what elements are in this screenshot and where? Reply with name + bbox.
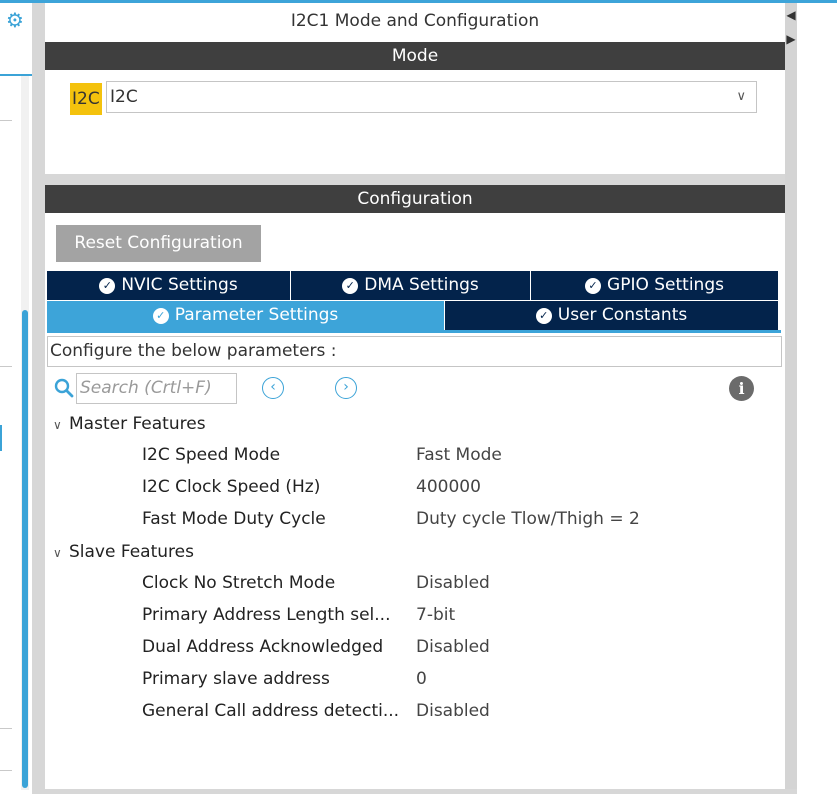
tab-label: Parameter Settings: [174, 305, 339, 325]
parameter-row[interactable]: Primary Address Length sel... 7-bit: [142, 600, 762, 630]
panel-border-right: [785, 0, 797, 794]
parameter-row[interactable]: Clock No Stretch Mode Disabled: [142, 568, 762, 598]
parameter-value: Disabled: [416, 637, 490, 657]
configuration-panel: Configuration Reset Configuration ✓ NVIC …: [45, 185, 785, 789]
left-scrollbar-thumb[interactable]: [22, 310, 28, 788]
parameter-name: I2C Speed Mode: [142, 445, 281, 465]
tab-user-constants[interactable]: ✓ User Constants: [445, 301, 779, 330]
check-circle-icon: ✓: [342, 278, 359, 294]
parameter-value: Duty cycle Tlow/Thigh = 2: [416, 509, 640, 529]
tab-underline: [47, 330, 781, 333]
group-master-features[interactable]: ∨ Master Features: [53, 412, 206, 436]
parameters-description: Configure the below parameters :: [47, 336, 782, 367]
parameter-row[interactable]: Fast Mode Duty Cycle Duty cycle Tlow/Thig…: [142, 504, 762, 534]
group-slave-features[interactable]: ∨ Slave Features: [53, 540, 194, 564]
parameter-row[interactable]: I2C Clock Speed (Hz) 400000: [142, 472, 762, 502]
parameter-row[interactable]: I2C Speed Mode Fast Mode: [142, 440, 762, 470]
parameter-value: 400000: [416, 477, 481, 497]
check-circle-icon: ✓: [99, 278, 116, 294]
check-circle-icon: ✓: [535, 308, 552, 324]
parameter-name: Clock No Stretch Mode: [142, 573, 336, 593]
left-top-accent: [0, 0, 32, 3]
parameter-row[interactable]: Dual Address Acknowledged Disabled: [142, 632, 762, 662]
parameter-value: Disabled: [416, 701, 490, 721]
check-circle-icon: ✓: [585, 278, 602, 294]
right-top-accent: [797, 0, 837, 3]
parameter-name: Dual Address Acknowledged: [142, 637, 384, 657]
search-icon[interactable]: [53, 377, 75, 399]
collapse-left-icon[interactable]: ◀: [785, 6, 797, 24]
tab-nvic-settings[interactable]: ✓ NVIC Settings: [47, 271, 291, 300]
chevron-down-icon: ∨: [53, 546, 62, 560]
left-selection-marker: [0, 425, 2, 451]
parameter-value: Fast Mode: [416, 445, 502, 465]
tab-parameter-settings[interactable]: ✓ Parameter Settings: [47, 301, 445, 330]
chevron-down-icon: ∨: [736, 89, 746, 104]
configuration-section-header: Configuration: [45, 185, 785, 213]
chevron-right-icon[interactable]: ›: [335, 377, 357, 399]
expand-right-icon[interactable]: ▶: [785, 30, 797, 48]
tab-label: GPIO Settings: [607, 275, 724, 295]
gear-icon[interactable]: ⚙: [3, 8, 27, 32]
right-side-area: [797, 0, 837, 794]
tab-gpio-settings[interactable]: ✓ GPIO Settings: [531, 271, 779, 300]
parameter-row[interactable]: Primary slave address 0: [142, 664, 762, 694]
left-divider: [0, 120, 12, 121]
info-icon[interactable]: i: [729, 376, 754, 401]
group-label: Slave Features: [69, 542, 194, 562]
tab-label: User Constants: [557, 305, 688, 325]
panel-border-left: [32, 0, 45, 794]
group-label: Master Features: [69, 414, 206, 434]
tab-dma-settings[interactable]: ✓ DMA Settings: [291, 271, 531, 300]
i2c-mode-selected-value: I2C: [110, 87, 138, 107]
parameter-name: General Call address detecti...: [142, 701, 400, 721]
panel-separator: [45, 174, 785, 185]
tab-label: NVIC Settings: [121, 275, 238, 295]
reset-configuration-button[interactable]: Reset Configuration: [56, 225, 261, 262]
panel-border-bottom: [32, 789, 797, 794]
chevron-down-icon: ∨: [53, 418, 62, 432]
mode-panel: I2C1 Mode and Configuration Mode I2C I2C…: [45, 3, 785, 174]
parameter-row[interactable]: General Call address detecti... Disabled: [142, 696, 762, 726]
left-divider: [0, 366, 12, 367]
parameter-value: 7-bit: [416, 605, 456, 625]
check-circle-icon: ✓: [152, 308, 169, 324]
parameter-name: I2C Clock Speed (Hz): [142, 477, 321, 497]
i2c-mode-select[interactable]: I2C ∨: [106, 81, 757, 113]
parameter-value: Disabled: [416, 573, 490, 593]
search-input[interactable]: Search (Crtl+F): [76, 373, 237, 404]
panel-title: I2C1 Mode and Configuration: [290, 11, 540, 31]
parameter-name: Primary Address Length sel...: [142, 605, 391, 625]
tab-label: DMA Settings: [364, 275, 479, 295]
parameter-name: Fast Mode Duty Cycle: [142, 509, 326, 529]
i2c-mode-label: I2C: [70, 83, 102, 115]
parameter-name: Primary slave address: [142, 669, 330, 689]
mode-section-header: Mode: [45, 42, 785, 70]
parameter-value: 0: [416, 669, 427, 689]
chevron-left-icon[interactable]: ‹: [262, 377, 284, 399]
left-divider: [0, 728, 12, 729]
left-divider: [0, 770, 12, 771]
